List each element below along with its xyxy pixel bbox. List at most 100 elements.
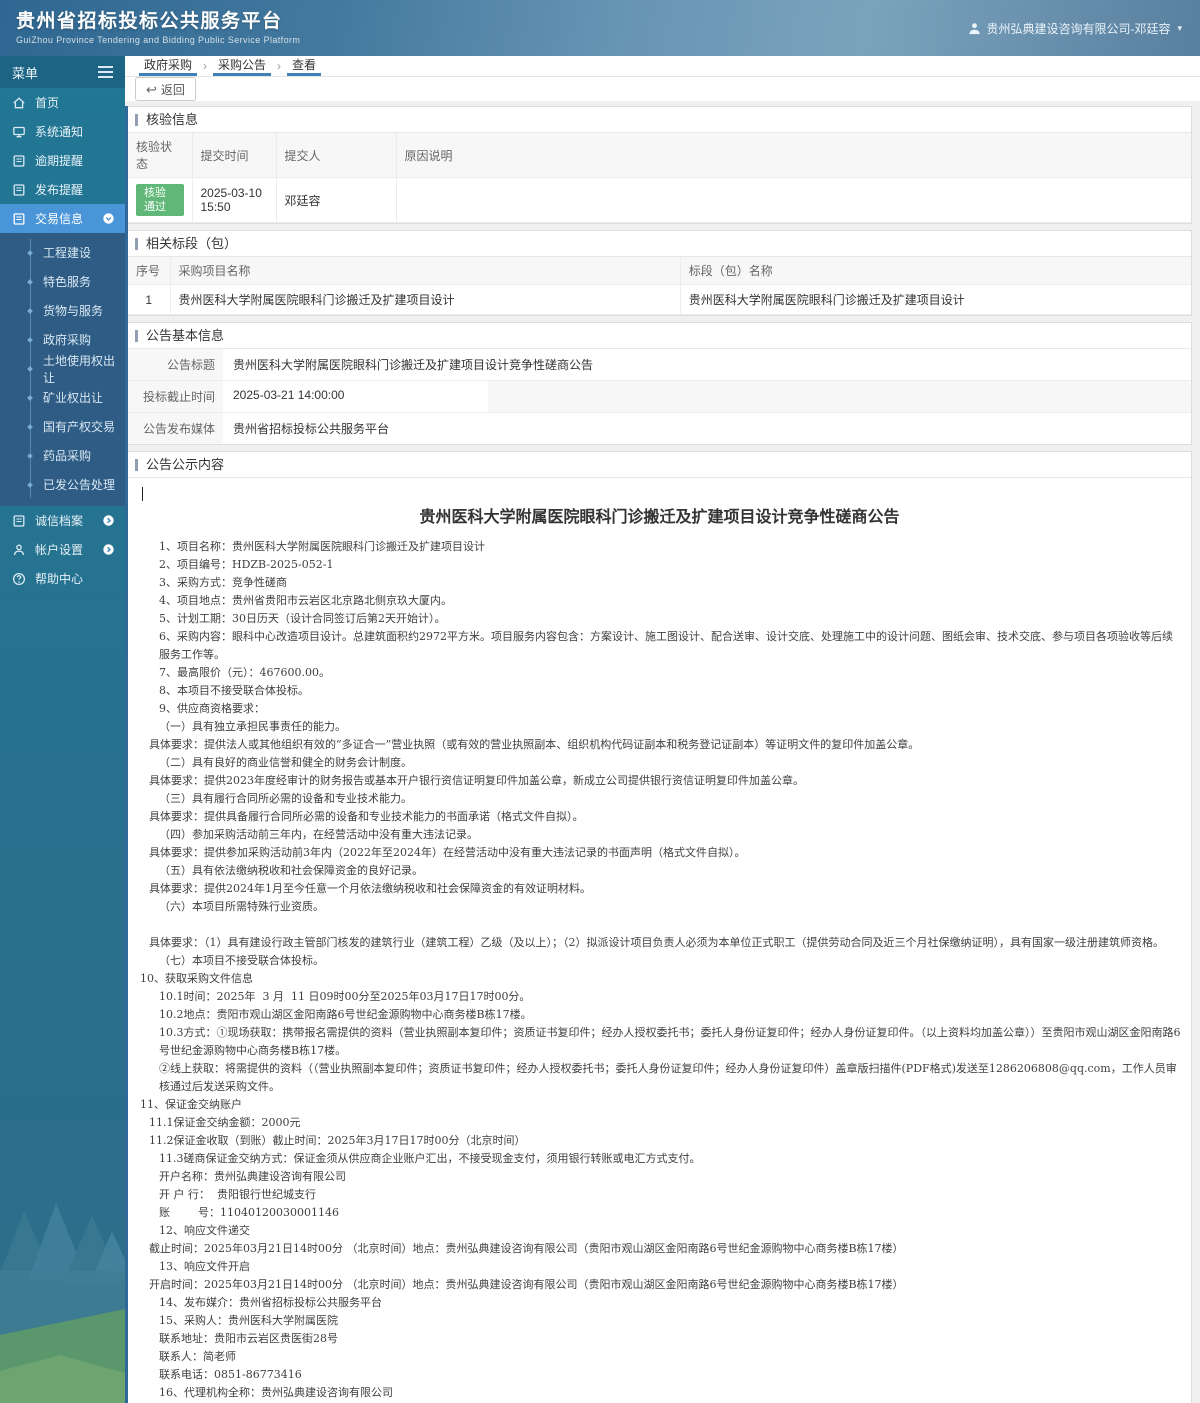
document-paragraphs: 1、项目名称：贵州医科大学附属医院眼科门诊搬迁及扩建项目设计 2、项目编号：HD… xyxy=(138,538,1181,1403)
col-header-submit-time: 提交时间 xyxy=(191,133,277,178)
monitor-icon xyxy=(13,126,25,137)
sidebar-item-label: 系统通知 xyxy=(35,125,84,139)
document-paragraph: 具体要求：提供2023年度经审计的财务报告或基本开户银行资信证明复印件加盖公章，… xyxy=(149,774,804,787)
document-paragraph: 开启时间：2025年03月21日14时00分 （北京时间）地点：贵州弘典建设咨询… xyxy=(149,1278,904,1291)
document-paragraph: （六）本项目所需特殊行业资质。 xyxy=(159,900,324,913)
menu-label: 菜单 xyxy=(12,65,39,81)
sidebar-item-home[interactable]: 首页 xyxy=(0,88,125,117)
sidebar-submenu-item[interactable]: 已发公告处理 xyxy=(0,470,125,499)
document-paragraph: （三）具有履行合同所必需的设备和专业技术能力。 xyxy=(159,792,412,805)
caret-down-icon: ▾ xyxy=(1177,22,1182,33)
breadcrumb-item-procurement-notice[interactable]: 采购公告 xyxy=(213,56,272,76)
notice-basic-info-title: 公告基本信息 xyxy=(128,323,1191,349)
document-paragraph: 具体要求：提供参加采购活动前3年内（2022年至2024年）在经营活动中没有重大… xyxy=(149,846,746,859)
sidebar-submenu-item[interactable]: 药品采购 xyxy=(0,441,125,470)
breadcrumb-item-view[interactable]: 查看 xyxy=(287,56,322,76)
document-paragraph xyxy=(138,916,1181,934)
back-button-label: 返回 xyxy=(160,82,185,97)
sidebar-submenu: 工程建设 特色服务 货物与服务 政府采购 土地使用权出让 矿业权出让 国有产权交… xyxy=(0,233,125,506)
lot-name-cell: 贵州医科大学附属医院眼科门诊搬迁及扩建项目设计 xyxy=(679,284,1191,315)
document-paragraph: 11.3磋商保证金交纳方式：保证金须从供应商企业账户汇出，不接受现金支付，须用银… xyxy=(159,1152,701,1165)
notice-document: 贵州医科大学附属医院眼科门诊搬迁及扩建项目设计竞争性磋商公告 1、项目名称：贵州… xyxy=(128,478,1191,1403)
document-paragraph: 14、发布媒介：贵州省招标投标公共服务平台 xyxy=(159,1296,382,1309)
panels: 核验信息 核验状态 提交时间 提交人 原因说明 核验通过 2025-03-10 … xyxy=(125,106,1192,1403)
document-paragraph: 11.1保证金交纳金额：2000元 xyxy=(149,1116,301,1129)
main-content: 政府采购 › 采购公告 › 查看 ↩ 返回 核验信息 核验状态 提交时间 提交人… xyxy=(125,56,1200,1403)
chevron-right-icon xyxy=(103,544,114,555)
document-paragraph: 联系地址：贵阳市云岩区贵医街28号 xyxy=(159,1332,338,1345)
document-paragraph: 具体要求：（1）具有建设行政主管部门核发的建筑行业（建筑工程）乙级（及以上）；（… xyxy=(149,936,1164,949)
lot-index-cell: 1 xyxy=(128,284,171,315)
project-name-cell: 贵州医科大学附属医院眼科门诊搬迁及扩建项目设计 xyxy=(169,284,681,315)
document-paragraph: 具体要求：提供具备履行合同所必需的设备和专业技术能力的书面承诺（格式文件自拟）。 xyxy=(149,810,584,823)
table-header-row: 序号 采购项目名称 标段（包）名称 xyxy=(128,257,1191,285)
hamburger-icon[interactable] xyxy=(98,66,113,78)
document-paragraph: 5、计划工期：30日历天（设计合同签订后第2天开始计）。 xyxy=(159,612,446,625)
sidebar-item-publish-reminder[interactable]: 发布提醒 xyxy=(0,175,125,204)
document-paragraph: 联系电话：0851-86773416 xyxy=(159,1368,302,1381)
sidebar-submenu-item[interactable]: 矿业权出让 xyxy=(0,383,125,412)
col-header-project-name: 采购项目名称 xyxy=(169,257,681,285)
verify-status-cell: 核验通过 xyxy=(128,177,193,223)
document-paragraph: 4、项目地点：贵州省贵阳市云岩区北京路北侧京玖大厦内。 xyxy=(159,594,452,607)
submit-time-cell: 2025-03-10 15:50 xyxy=(191,177,277,223)
user-icon xyxy=(969,22,981,34)
document-paragraph: 16、代理机构全称：贵州弘典建设咨询有限公司 xyxy=(159,1386,393,1399)
sidebar-submenu-item[interactable]: 土地使用权出让 xyxy=(0,354,125,385)
person-icon xyxy=(13,544,25,555)
sidebar-submenu-item[interactable]: 政府采购 xyxy=(0,325,125,354)
document-icon xyxy=(13,212,25,225)
sidebar-item-label: 交易信息 xyxy=(35,212,84,226)
document-paragraph: 11、保证金交纳账户 xyxy=(140,1098,242,1111)
document-paragraph: 13、响应文件开启 xyxy=(159,1260,250,1273)
sidebar-submenu-item[interactable]: 货物与服务 xyxy=(0,296,125,325)
back-button[interactable]: ↩ 返回 xyxy=(135,77,196,101)
document-paragraph: 1、项目名称：贵州医科大学附属医院眼科门诊搬迁及扩建项目设计 xyxy=(159,540,485,553)
chevron-down-icon xyxy=(103,213,114,224)
sidebar-menu-header[interactable]: 菜单 xyxy=(0,56,125,88)
document-paragraph: 开 户 行： 贵阳银行世纪城支行 xyxy=(159,1188,316,1201)
document-paragraph: （一）具有独立承担民事责任的能力。 xyxy=(159,720,346,733)
document-paragraph: ②线上获取：将需提供的资料（（营业执照副本复印件；资质证书复印件；经办人授权委托… xyxy=(159,1062,1177,1093)
sidebar-submenu-item-label: 药品采购 xyxy=(43,449,92,463)
field-value-bid-deadline: 2025-03-21 14:00:00 xyxy=(223,381,488,412)
sidebar-submenu-item-label: 政府采购 xyxy=(43,333,92,347)
notice-basic-info-panel: 公告基本信息 公告标题 贵州医科大学附属医院眼科门诊搬迁及扩建项目设计竞争性磋商… xyxy=(128,322,1192,445)
page: 贵州省招标投标公共服务平台 GuiZhou Province Tendering… xyxy=(0,0,1200,1403)
related-lots-panel: 相关标段（包） 序号 采购项目名称 标段（包）名称 1 贵州医科大学附属医院眼科… xyxy=(128,230,1192,316)
notice-content-panel: 公告公示内容 贵州医科大学附属医院眼科门诊搬迁及扩建项目设计竞争性磋商公告 1、… xyxy=(128,451,1192,1403)
document-paragraph: 具体要求：提供法人或其他组织有效的“多证合一”营业执照（或有效的营业执照副本、组… xyxy=(149,738,920,751)
sidebar-submenu-item-label: 工程建设 xyxy=(43,246,92,260)
sidebar-item-account-settings[interactable]: 帐户设置 xyxy=(0,535,125,564)
field-value-publish-media: 贵州省招标投标公共服务平台 xyxy=(223,413,1191,444)
document-paragraph: 10、获取采购文件信息 xyxy=(140,972,253,985)
breadcrumb-item-gov-procurement[interactable]: 政府采购 xyxy=(139,56,198,76)
app-title: 贵州省招标投标公共服务平台 xyxy=(16,11,283,32)
back-icon: ↩ xyxy=(146,81,157,97)
sidebar-submenu-item-label: 矿业权出让 xyxy=(43,391,104,405)
sidebar-item-overdue-reminder[interactable]: 逾期提醒 xyxy=(0,146,125,175)
sidebar-submenu-item[interactable]: 特色服务 xyxy=(0,267,125,296)
sidebar-item-trade-info[interactable]: 交易信息 xyxy=(0,204,125,233)
user-menu[interactable]: 贵州弘典建设咨询有限公司-邓廷容 ▾ xyxy=(968,20,1182,37)
sidebar-submenu-item[interactable]: 工程建设 xyxy=(0,238,125,267)
document-paragraph: 7、最高限价（元）：467600.00。 xyxy=(159,666,330,679)
home-icon xyxy=(13,96,25,108)
basic-info-row: 公告发布媒体 贵州省招标投标公共服务平台 xyxy=(128,413,1191,444)
sidebar-item-credit-archive[interactable]: 诚信档案 xyxy=(0,506,125,535)
col-header-submitter: 提交人 xyxy=(275,133,397,178)
chevron-right-icon xyxy=(103,515,114,526)
table-row: 1 贵州医科大学附属医院眼科门诊搬迁及扩建项目设计 贵州医科大学附属医院眼科门诊… xyxy=(128,284,1191,315)
sidebar-item-notifications[interactable]: 系统通知 xyxy=(0,117,125,146)
sidebar-submenu-item-label: 国有产权交易 xyxy=(43,420,116,434)
verify-info-title: 核验信息 xyxy=(128,107,1191,133)
verify-info-panel: 核验信息 核验状态 提交时间 提交人 原因说明 核验通过 2025-03-10 … xyxy=(128,106,1192,224)
document-icon xyxy=(13,514,25,527)
related-lots-title: 相关标段（包） xyxy=(128,231,1191,257)
table-header-row: 核验状态 提交时间 提交人 原因说明 xyxy=(128,133,1191,178)
sidebar-submenu-item[interactable]: 国有产权交易 xyxy=(0,412,125,441)
submitter-cell: 邓廷容 xyxy=(275,177,397,223)
document-paragraph: （五）具有依法缴纳税收和社会保障资金的良好记录。 xyxy=(159,864,423,877)
document-paragraph: （四）参加采购活动前三年内，在经营活动中没有重大违法记录。 xyxy=(159,828,478,841)
sidebar-item-help-center[interactable]: 帮助中心 xyxy=(0,564,125,593)
